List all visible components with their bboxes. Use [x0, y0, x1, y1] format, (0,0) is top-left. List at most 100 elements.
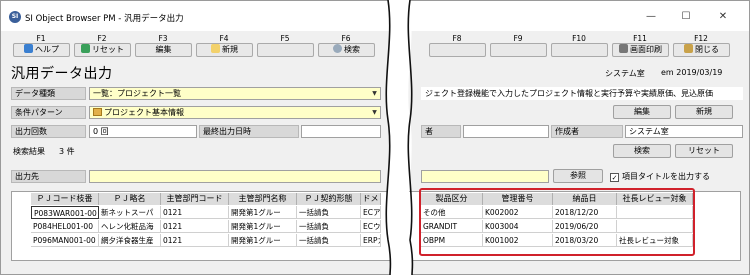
title-output-checkbox[interactable]: ✓ 項目タイトルを出力する — [610, 171, 710, 182]
f8-empty-button[interactable] — [429, 43, 486, 57]
f10-empty-button[interactable] — [551, 43, 608, 57]
column-header[interactable]: 社長レビュー対象 — [617, 193, 693, 205]
table-cell[interactable]: 一括請負 — [297, 234, 361, 247]
help-button[interactable]: ヘルプ — [13, 43, 70, 57]
table-cell[interactable]: ECアジ — [361, 206, 381, 219]
chevron-down-icon: ▼ — [372, 109, 377, 116]
column-header[interactable]: 管理番号 — [483, 193, 553, 205]
f5-empty-button[interactable] — [257, 43, 314, 57]
app-window: SI SI Object Browser PM - 汎用データ出力 — ☐ ✕ … — [0, 0, 750, 275]
print-screen-button[interactable]: 画面印刷 — [612, 43, 669, 57]
printer-icon — [619, 44, 628, 53]
fkey-label-f8: F8 — [452, 34, 462, 43]
data-type-value: 一覧：プロジェクト一覧 — [93, 89, 181, 98]
table-cell[interactable]: 2019/06/20 — [553, 220, 617, 233]
help-icon — [24, 44, 33, 53]
close-window-button[interactable]: ✕ — [713, 11, 733, 23]
browse-button[interactable]: 参照 — [553, 169, 603, 183]
print-screen-label: 画面印刷 — [630, 45, 662, 54]
column-header[interactable]: ＰＪ略名 — [99, 193, 161, 205]
table-cell[interactable]: GRANDIT — [421, 220, 483, 233]
column-header[interactable]: 製品区分 — [421, 193, 483, 205]
condition-pattern-select[interactable]: プロジェクト基本情報 ▼ — [89, 106, 381, 119]
table-cell[interactable]: P083WAR001-00 — [31, 206, 99, 219]
fkey-label-f12: F12 — [694, 34, 708, 43]
table-cell[interactable]: K001002 — [483, 234, 553, 247]
reset-button[interactable]: リセット — [675, 144, 733, 158]
table-cell[interactable]: 開発第1グルー — [229, 206, 297, 219]
search-result-label: 検索結果 — [13, 147, 45, 156]
table-cell[interactable]: K002002 — [483, 206, 553, 219]
condition-pattern-value: プロジェクト基本情報 — [104, 108, 184, 117]
reset-toolbar-label: リセット — [92, 45, 124, 54]
table-cell[interactable]: OBPM — [421, 234, 483, 247]
new-document-icon — [211, 44, 220, 53]
reset-toolbar-button[interactable]: リセット — [74, 43, 131, 57]
table-cell[interactable]: 0121 — [161, 206, 229, 219]
data-type-description: ジェクト登録機能で入力したプロジェクト情報と実行予算や実績原価、見込原価 — [421, 87, 743, 100]
fkey-label-f10: F10 — [572, 34, 586, 43]
data-type-label: データ種類 — [11, 87, 86, 100]
title-output-checkbox-label: 項目タイトルを出力する — [622, 172, 710, 181]
last-user-label: 者 — [421, 125, 461, 138]
table-cell[interactable]: 開発第1グルー — [229, 220, 297, 233]
table-cell[interactable] — [617, 206, 693, 219]
close-toolbar-button[interactable]: 閉じる — [673, 43, 730, 57]
column-header[interactable]: 納品日 — [553, 193, 617, 205]
chevron-down-icon: ▼ — [372, 90, 377, 97]
table-cell[interactable]: ECウォ — [361, 220, 381, 233]
table-cell[interactable]: 2018/12/20 — [553, 206, 617, 219]
table-cell[interactable]: ERPカス — [361, 234, 381, 247]
table-cell[interactable] — [617, 220, 693, 233]
column-header[interactable]: ＰＪ契約形態 — [297, 193, 361, 205]
table-cell[interactable]: 0121 — [161, 220, 229, 233]
refresh-icon — [81, 44, 90, 53]
table-cell[interactable]: 新ネットスーパ — [99, 206, 161, 219]
check-icon: ✓ — [610, 173, 619, 182]
table-cell[interactable]: ヘレン化粧品海 — [99, 220, 161, 233]
new-pattern-button[interactable]: 新規 — [675, 105, 733, 119]
search-toolbar-button[interactable]: 検索 — [318, 43, 375, 57]
fkey-label-f5: F5 — [280, 34, 290, 43]
table-cell[interactable]: 一括請負 — [297, 206, 361, 219]
window-title: SI Object Browser PM - 汎用データ出力 — [25, 14, 184, 24]
column-header[interactable]: ドメ — [361, 193, 381, 205]
table-cell[interactable]: その他 — [421, 206, 483, 219]
system-room-text: システム室 — [605, 69, 645, 78]
table-cell[interactable]: 開発第1グルー — [229, 234, 297, 247]
page-title: 汎用データ出力 — [11, 66, 113, 82]
table-cell[interactable]: 一括請負 — [297, 220, 361, 233]
fkey-label-f3: F3 — [158, 34, 168, 43]
table-cell[interactable]: 2018/03/20 — [553, 234, 617, 247]
fkey-label-f1: F1 — [36, 34, 46, 43]
table-cell[interactable]: 社長レビュー対象 — [617, 234, 693, 247]
minimize-button[interactable]: — — [641, 11, 661, 23]
edit-toolbar-button[interactable]: 編集 — [135, 43, 192, 57]
table-cell[interactable]: 網夕洋食器生産 — [99, 234, 161, 247]
table-cell[interactable]: 0121 — [161, 234, 229, 247]
data-type-select[interactable]: 一覧：プロジェクト一覧 ▼ — [89, 87, 381, 100]
search-button[interactable]: 検索 — [613, 144, 671, 158]
column-header[interactable]: 主管部門コード — [161, 193, 229, 205]
new-toolbar-label: 新規 — [222, 45, 238, 54]
column-header[interactable]: ＰＪコード枝番 — [31, 193, 99, 205]
table-cell[interactable]: K003004 — [483, 220, 553, 233]
search-toolbar-label: 検索 — [344, 45, 360, 54]
table-cell[interactable]: P096MAN001-00 — [31, 234, 99, 247]
edit-pattern-button[interactable]: 編集 — [613, 105, 671, 119]
new-toolbar-button[interactable]: 新規 — [196, 43, 253, 57]
output-destination-input-cont[interactable] — [421, 170, 549, 183]
maximize-button[interactable]: ☐ — [676, 11, 696, 23]
page-cut-divider — [385, 0, 414, 275]
fkey-label-f9: F9 — [513, 34, 523, 43]
column-header[interactable]: 主管部門名称 — [229, 193, 297, 205]
help-button-label: ヘルプ — [35, 45, 59, 54]
fkey-label-f4: F4 — [219, 34, 229, 43]
f9-empty-button[interactable] — [490, 43, 547, 57]
creator-label: 作成者 — [551, 125, 623, 138]
output-destination-input[interactable] — [89, 170, 381, 183]
output-count-field: 0 回 — [89, 125, 197, 138]
table-cell[interactable]: P084HEL001-00 — [31, 220, 99, 233]
creator-field: システム室 — [625, 125, 743, 138]
last-user-field — [463, 125, 549, 138]
